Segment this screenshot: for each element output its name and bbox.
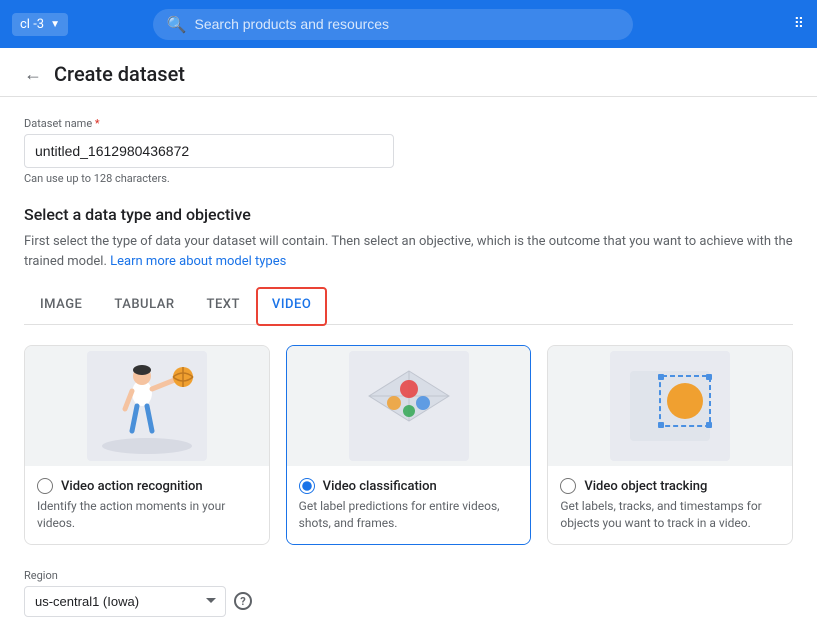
card-tracking-title: Video object tracking [584, 479, 707, 494]
required-star: * [92, 117, 99, 130]
page-title: Create dataset [54, 62, 185, 86]
card-video-classification[interactable]: Video classification Get label predictio… [286, 345, 532, 545]
card-classification-body: Video classification Get label predictio… [287, 466, 531, 544]
card-action-desc: Identify the action moments in your vide… [37, 498, 257, 532]
dataset-name-input[interactable] [24, 134, 394, 168]
data-type-tabs: IMAGE TABULAR TEXT VIDEO [24, 287, 793, 325]
form-area: Dataset name * Can use up to 128 charact… [0, 97, 817, 624]
card-action-body: Video action recognition Identify the ac… [25, 466, 269, 544]
data-type-section-title: Select a data type and objective [24, 205, 793, 224]
search-input[interactable] [195, 16, 619, 32]
learn-more-model-types-link[interactable]: Learn more about model types [110, 254, 286, 269]
page-content: ← Create dataset Dataset name * Can use … [0, 48, 817, 624]
page-header: ← Create dataset [0, 48, 817, 97]
card-tracking-radio[interactable] [560, 478, 576, 494]
card-action-radio-row: Video action recognition [37, 478, 257, 494]
search-bar[interactable]: 🔍 [153, 9, 633, 40]
card-classification-desc: Get label predictions for entire videos,… [299, 498, 519, 532]
card-classification-title: Video classification [323, 479, 437, 494]
card-tracking-body: Video object tracking Get labels, tracks… [548, 466, 792, 544]
dataset-name-label: Dataset name * [24, 117, 793, 130]
back-button[interactable]: ← [24, 64, 42, 85]
action-recognition-illustration [87, 351, 207, 461]
apps-grid-icon[interactable]: ⠿ [794, 16, 805, 32]
tab-image[interactable]: IMAGE [24, 287, 98, 324]
tab-video[interactable]: VIDEO [256, 287, 327, 326]
video-classification-illustration [349, 351, 469, 461]
region-label: Region [24, 569, 793, 582]
card-action-radio[interactable] [37, 478, 53, 494]
chevron-down-icon: ▼ [50, 19, 60, 30]
region-help-icon[interactable]: ? [234, 592, 252, 610]
card-tracking-desc: Get labels, tracks, and timestamps for o… [560, 498, 780, 532]
dataset-name-group: Dataset name * Can use up to 128 charact… [24, 117, 793, 185]
card-tracking-radio-row: Video object tracking [560, 478, 780, 494]
card-action-image [25, 346, 269, 466]
top-nav: cl -3 ▼ 🔍 ⠿ [0, 0, 817, 48]
region-row: us-central1 (Iowa) us-east1 (S. Carolina… [24, 586, 793, 617]
region-select[interactable]: us-central1 (Iowa) us-east1 (S. Carolina… [24, 586, 226, 617]
card-action-title: Video action recognition [61, 479, 203, 494]
card-video-tracking[interactable]: Video object tracking Get labels, tracks… [547, 345, 793, 545]
card-classification-image [287, 346, 531, 466]
dataset-name-hint: Can use up to 128 characters. [24, 172, 793, 185]
card-tracking-image [548, 346, 792, 466]
region-group: Region us-central1 (Iowa) us-east1 (S. C… [24, 569, 793, 617]
tab-tabular[interactable]: TABULAR [98, 287, 190, 324]
project-chip[interactable]: cl -3 ▼ [12, 13, 68, 36]
card-classification-radio[interactable] [299, 478, 315, 494]
tab-text[interactable]: TEXT [191, 287, 256, 324]
search-icon: 🔍 [167, 15, 187, 34]
project-name: cl -3 [20, 17, 44, 32]
card-video-action[interactable]: Video action recognition Identify the ac… [24, 345, 270, 545]
video-tracking-illustration [610, 351, 730, 461]
objective-cards: Video action recognition Identify the ac… [24, 345, 793, 545]
data-type-section-desc: First select the type of data your datas… [24, 232, 793, 271]
back-arrow-icon: ← [24, 64, 42, 85]
card-classification-radio-row: Video classification [299, 478, 519, 494]
